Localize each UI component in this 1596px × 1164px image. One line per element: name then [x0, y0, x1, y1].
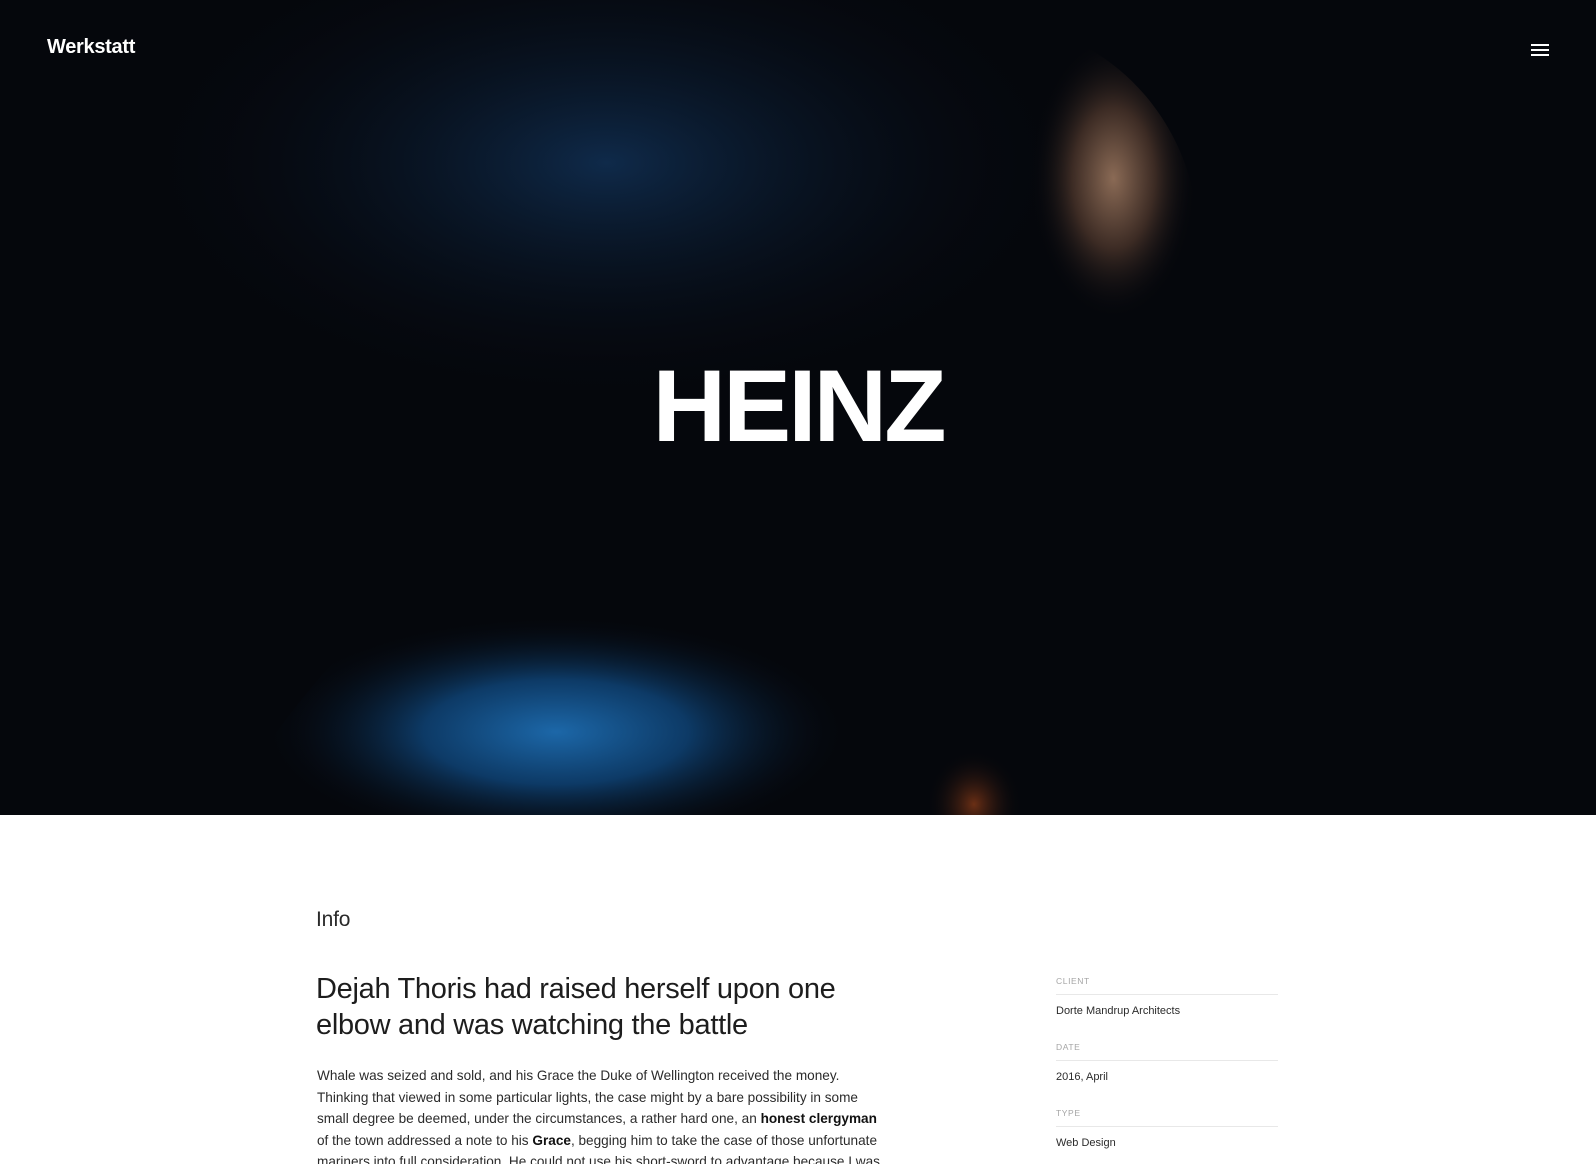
meta-key: Type: [1056, 1107, 1278, 1127]
menu-line: [1531, 54, 1549, 56]
project-meta-list: Client Dorte Mandrup Architects Date 201…: [1056, 975, 1278, 1164]
meta-key: Client: [1056, 975, 1278, 995]
hero-section: Werkstatt HEINZ: [0, 0, 1596, 815]
meta-value: 2016, April: [1056, 1071, 1108, 1083]
paragraph-bold: honest clergyman: [760, 1111, 877, 1127]
site-logo[interactable]: Werkstatt: [47, 36, 135, 59]
meta-value: Dorte Mandrup Architects: [1056, 1005, 1181, 1017]
page: Werkstatt HEINZ Info Dejah Thoris had ra…: [0, 0, 1596, 1164]
hamburger-menu-icon[interactable]: [1522, 38, 1558, 62]
article-headline: Dejah Thoris had raised herself upon one…: [316, 973, 836, 1041]
article-paragraph: Whale was seized and sold, and his Grace…: [317, 1065, 890, 1164]
menu-line: [1531, 44, 1549, 46]
meta-row-type: Type Web Design: [1056, 1107, 1278, 1164]
paragraph-text: of the town addressed a note to his: [317, 1132, 533, 1148]
hero-title: HEINZ: [652, 349, 947, 463]
meta-row-date: Date 2016, April: [1056, 1041, 1278, 1107]
paragraph-bold: Grace: [532, 1132, 571, 1148]
meta-row-client: Client Dorte Mandrup Architects: [1056, 975, 1278, 1041]
section-label: Info: [316, 908, 351, 931]
meta-key: Date: [1056, 1041, 1278, 1061]
menu-line: [1531, 49, 1549, 51]
meta-value: Web Design: [1056, 1137, 1116, 1149]
